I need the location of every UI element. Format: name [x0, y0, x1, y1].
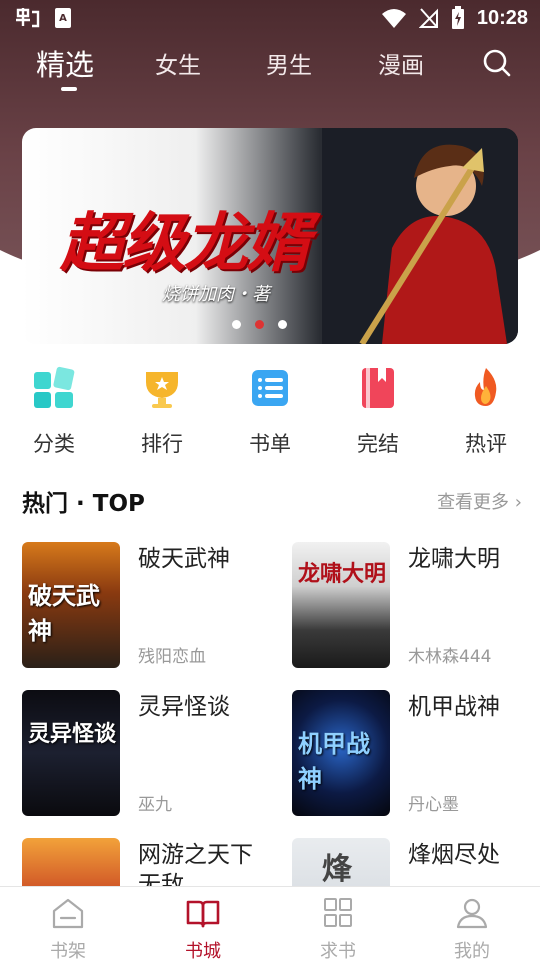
cover-title: 破天武神	[28, 581, 100, 645]
no-signal-icon	[418, 8, 438, 28]
active-tab-indicator	[61, 87, 77, 91]
cover-title: 龙啸大明	[298, 561, 387, 587]
cover-title: 灵异怪谈	[28, 721, 117, 747]
book-card[interactable]: 龙啸大明 龙啸大明 木林森444	[292, 542, 540, 670]
bottom-navigation: 书架 书城 求书 我的	[0, 886, 540, 960]
grid-icon	[34, 366, 75, 408]
top-tab-bar: 精选 女生 男生 漫画	[0, 40, 540, 100]
book-card[interactable]: 机甲战神 机甲战神 丹心墨	[292, 690, 540, 818]
cover-title: 机甲战神	[298, 729, 370, 793]
book-title: 破天武神	[138, 546, 230, 572]
book-title: 机甲战神	[408, 694, 500, 720]
chevron-right-icon: ›	[514, 492, 522, 513]
category-label: 完结	[357, 432, 399, 456]
book-card[interactable]: 灵异怪谈 灵异怪谈 巫九	[22, 690, 272, 818]
category-label: 排行	[141, 432, 183, 456]
keyboard-notification-icon: A	[55, 8, 71, 28]
book-cover: 灵异怪谈	[22, 690, 120, 816]
nav-request-book[interactable]: 求书	[298, 897, 378, 960]
wifi-icon	[381, 9, 406, 28]
view-more-link[interactable]: 查看更多 ›	[437, 488, 522, 514]
category-shortcuts: 分类 排行 书单 完结 热评	[0, 358, 540, 458]
flame-icon	[474, 368, 497, 406]
nav-profile[interactable]: 我的	[432, 897, 512, 960]
app-notification-icon	[16, 8, 40, 28]
banner-dot[interactable]	[278, 320, 287, 329]
nav-label: 我的	[454, 941, 490, 960]
apps-icon	[324, 898, 352, 927]
banner-dot-active[interactable]	[255, 320, 264, 329]
nav-bookstore[interactable]: 书城	[163, 897, 243, 960]
view-more-label: 查看更多	[437, 492, 510, 513]
user-icon	[456, 898, 488, 929]
section-title: 热门 · TOP	[22, 491, 145, 517]
status-time: 10:28	[476, 6, 528, 29]
book-cover: 破天武神	[22, 542, 120, 668]
book-cover: 龙啸大明	[292, 542, 390, 668]
banner-pagination	[232, 320, 287, 329]
category-label: 热评	[465, 432, 507, 456]
banner-dot[interactable]	[232, 320, 241, 329]
book-author: 残阳恋血	[138, 647, 206, 667]
category-label: 分类	[33, 432, 75, 456]
open-book-icon	[186, 900, 220, 928]
battery-icon	[451, 6, 464, 29]
tab-comics[interactable]: 漫画	[378, 46, 424, 80]
status-bar: A 10:28	[0, 0, 540, 38]
book-title: 灵异怪谈	[138, 694, 230, 720]
banner-title: 超级龙婿	[60, 206, 310, 281]
book-author: 巫九	[138, 795, 172, 815]
trophy-icon	[146, 372, 178, 408]
bookshelf-icon	[52, 898, 84, 929]
promo-banner[interactable]: 超级龙婿 烧饼加肉・著	[22, 128, 518, 344]
list-icon	[252, 370, 288, 406]
tab-male[interactable]: 男生	[266, 46, 312, 80]
category-ranking[interactable]: 排行	[122, 358, 202, 458]
tab-featured[interactable]: 精选	[36, 42, 94, 84]
book-title: 龙啸大明	[408, 546, 500, 572]
nav-label: 书架	[50, 941, 86, 960]
book-card[interactable]: 破天武神 破天武神 残阳恋血	[22, 542, 272, 670]
tab-female[interactable]: 女生	[155, 46, 201, 80]
category-finished[interactable]: 完结	[338, 358, 418, 458]
search-icon[interactable]	[482, 48, 512, 78]
svg-text:A: A	[59, 13, 67, 24]
book-author: 木林森444	[408, 647, 492, 667]
book-cover: 机甲战神	[292, 690, 390, 816]
book-title: 烽烟尽处	[408, 842, 500, 868]
nav-label: 求书	[320, 941, 356, 960]
hot-section-header: 热门 · TOP 查看更多 ›	[22, 484, 522, 517]
nav-label: 书城	[185, 941, 221, 960]
category-hot-reviews[interactable]: 热评	[446, 358, 526, 458]
book-icon	[362, 368, 394, 408]
banner-character-illustration	[322, 128, 518, 344]
nav-bookshelf[interactable]: 书架	[28, 897, 108, 960]
book-author: 丹心墨	[408, 795, 459, 815]
cover-title: 烽	[322, 852, 352, 887]
banner-author: 烧饼加肉・著	[162, 284, 270, 305]
category-classify[interactable]: 分类	[14, 358, 94, 458]
category-booklist[interactable]: 书单	[230, 358, 310, 458]
category-label: 书单	[249, 432, 291, 456]
